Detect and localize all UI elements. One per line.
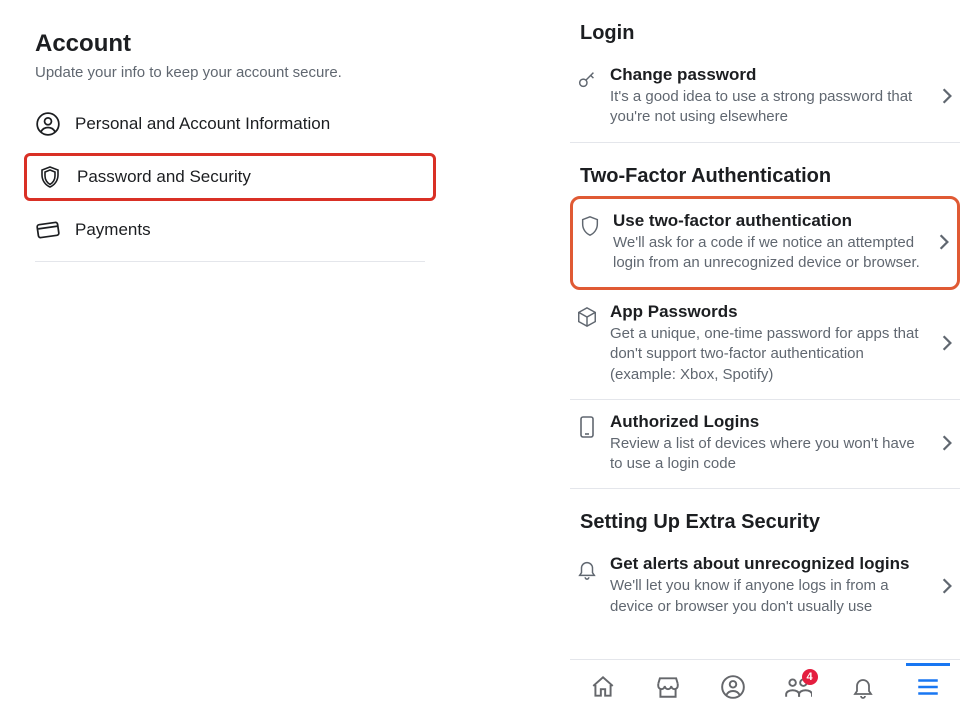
- sidebar-item-payments[interactable]: Payments: [20, 205, 440, 255]
- chevron-right-icon: [935, 233, 953, 251]
- row-title: App Passwords: [610, 302, 924, 322]
- row-title: Get alerts about unrecognized logins: [610, 554, 924, 574]
- row-desc: It's a good idea to use a strong passwor…: [610, 87, 924, 128]
- key-icon: [574, 67, 600, 93]
- security-settings-panel: Login Change password It's a good idea t…: [570, 0, 960, 631]
- row-title: Use two-factor authentication: [613, 211, 921, 231]
- chevron-right-icon: [938, 577, 956, 595]
- row-text: App Passwords Get a unique, one-time pas…: [610, 302, 928, 385]
- tab-menu[interactable]: [906, 663, 950, 707]
- shield-outline-icon: [577, 213, 603, 239]
- divider: [35, 261, 425, 262]
- section-header-login: Login: [580, 22, 960, 45]
- chevron-right-icon: [938, 334, 956, 352]
- tab-profile[interactable]: [711, 665, 755, 709]
- row-desc: Get a unique, one-time password for apps…: [610, 324, 924, 385]
- chevron-right-icon: [938, 434, 956, 452]
- row-text: Authorized Logins Review a list of devic…: [610, 412, 928, 475]
- sidebar-item-label: Payments: [75, 220, 151, 240]
- row-title: Change password: [610, 65, 924, 85]
- row-desc: Review a list of devices where you won't…: [610, 434, 924, 475]
- tab-groups[interactable]: 4: [776, 665, 820, 709]
- section-header-extra: Setting Up Extra Security: [580, 511, 960, 534]
- cube-icon: [574, 304, 600, 330]
- chevron-right-icon: [938, 87, 956, 105]
- shield-icon: [37, 164, 63, 190]
- row-title: Authorized Logins: [610, 412, 924, 432]
- device-icon: [574, 414, 600, 440]
- row-authorized-logins[interactable]: Authorized Logins Review a list of devic…: [570, 400, 960, 490]
- card-icon: [35, 217, 61, 243]
- row-desc: We'll let you know if anyone logs in fro…: [610, 576, 924, 617]
- row-text: Change password It's a good idea to use …: [610, 65, 928, 128]
- sidebar-item-label: Password and Security: [77, 167, 251, 187]
- account-title: Account: [35, 30, 425, 58]
- account-sidebar: Account Update your info to keep your ac…: [20, 30, 440, 262]
- account-subtitle: Update your info to keep your account se…: [35, 64, 425, 81]
- row-text: Use two-factor authentication We'll ask …: [613, 211, 925, 274]
- tab-notifications[interactable]: [841, 665, 885, 709]
- tab-marketplace[interactable]: [646, 665, 690, 709]
- groups-badge: 4: [802, 669, 818, 685]
- row-app-passwords[interactable]: App Passwords Get a unique, one-time pas…: [570, 290, 960, 400]
- bell-outline-icon: [574, 556, 600, 582]
- bottom-tab-bar: 4: [570, 659, 960, 713]
- row-change-password[interactable]: Change password It's a good idea to use …: [570, 53, 960, 143]
- sidebar-item-label: Personal and Account Information: [75, 114, 330, 134]
- sidebar-item-password-security[interactable]: Password and Security: [24, 153, 436, 201]
- sidebar-item-personal[interactable]: Personal and Account Information: [20, 99, 440, 149]
- person-circle-icon: [35, 111, 61, 137]
- row-text: Get alerts about unrecognized logins We'…: [610, 554, 928, 617]
- row-login-alerts[interactable]: Get alerts about unrecognized logins We'…: [570, 542, 960, 631]
- row-desc: We'll ask for a code if we notice an att…: [613, 233, 921, 274]
- section-header-2fa: Two-Factor Authentication: [580, 165, 960, 188]
- tab-home[interactable]: [581, 665, 625, 709]
- row-use-2fa[interactable]: Use two-factor authentication We'll ask …: [570, 196, 960, 291]
